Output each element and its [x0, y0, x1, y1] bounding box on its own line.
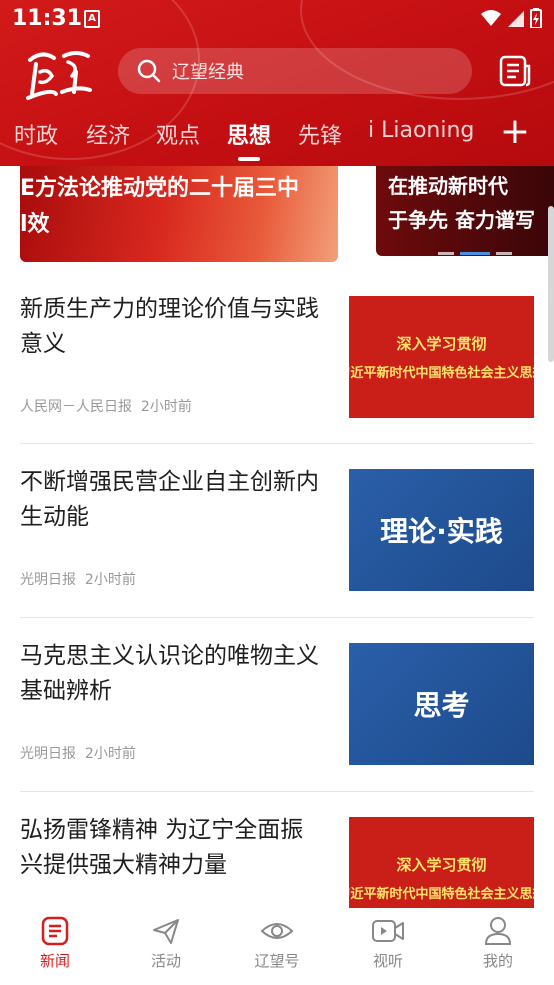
- news-item[interactable]: 不断增强民营企业自主创新内生动能 光明日报 2小时前 理论·实践: [20, 465, 534, 615]
- liaowang-logo[interactable]: [22, 42, 96, 102]
- news-time: 2小时前: [84, 572, 136, 588]
- news-title: 马克思主义认识论的唯物主义基础辨析: [20, 643, 319, 704]
- thumbnail-text: 思考: [413, 689, 470, 722]
- news-time: 2小时前: [140, 399, 192, 415]
- tab-sixiang[interactable]: 思想: [227, 118, 271, 150]
- search-bar[interactable]: 辽望经典: [118, 48, 472, 94]
- carousel-dot: [438, 252, 454, 255]
- status-time: 11:31: [12, 6, 83, 31]
- person-icon: [484, 917, 512, 945]
- nav-label: 视听: [372, 952, 403, 970]
- nav-mine[interactable]: 我的: [463, 916, 533, 971]
- thumbnail-text: 习近平新时代中国特色社会主义思想: [349, 366, 534, 381]
- paper-plane-icon: [153, 919, 179, 944]
- add-channel-button[interactable]: +: [500, 114, 530, 150]
- tab-guandian[interactable]: 观点: [156, 118, 200, 150]
- carousel-slide-title: E方法论推动党的二十届三中: [20, 176, 300, 201]
- carousel-slide-title: 在推动新时代: [388, 174, 508, 198]
- news-meta: 光明日报 2小时前: [20, 569, 136, 589]
- tab-iliaoning[interactable]: i Liaoning: [368, 118, 474, 143]
- status-bar: 11:31 A: [0, 0, 554, 38]
- carousel-slide[interactable]: 在推动新时代 于争先 奋力谱写: [376, 166, 554, 256]
- thumbnail-text: 习近平新时代中国特色社会主义思想: [349, 887, 534, 902]
- news-meta: 光明日报 2小时前: [20, 743, 136, 763]
- news-item[interactable]: 马克思主义认识论的唯物主义基础辨析 光明日报 2小时前 思考: [20, 639, 534, 789]
- eye-icon: [260, 923, 294, 939]
- thumbnail-text: 深入学习贯彻: [396, 856, 487, 874]
- news-thumbnail: 深入学习贯彻 习近平新时代中国特色社会主义思想: [349, 296, 534, 418]
- carousel-slide-title: 于争先 奋力谱写: [388, 208, 535, 232]
- signal-icon: [508, 11, 524, 27]
- nav-label: 我的: [482, 952, 513, 970]
- active-tab-indicator: [238, 157, 260, 161]
- news-title: 弘扬雷锋精神 为辽宁全面振兴提供强大精神力量: [20, 817, 304, 878]
- news-item[interactable]: 新质生产力的理论价值与实践意义 人民网－人民日报 2小时前 深入学习贯彻 习近平…: [20, 292, 534, 442]
- status-icons: [480, 8, 542, 28]
- news-meta: 人民网－人民日报 2小时前: [20, 396, 192, 416]
- carousel-dot-active: [460, 252, 490, 255]
- news-icon: [41, 916, 69, 946]
- search-placeholder: 辽望经典: [172, 62, 244, 83]
- carousel-slide-title: l效: [20, 212, 50, 237]
- nav-label: 活动: [150, 952, 181, 970]
- thumbnail-text: 深入学习贯彻: [396, 335, 487, 353]
- nav-audiovisual[interactable]: 视听: [353, 916, 423, 971]
- nav-label: 新闻: [39, 952, 70, 970]
- bottom-navigation: 新闻 活动 辽望号 视听 我的: [0, 908, 554, 985]
- nav-activities[interactable]: 活动: [131, 916, 201, 971]
- divider: [20, 617, 534, 618]
- app-header: 11:31 A 辽望经典 时政 经济 观点 思想 先锋 i Liaoning +: [0, 0, 554, 166]
- tab-xianfeng[interactable]: 先锋: [298, 118, 342, 150]
- video-icon: [372, 920, 404, 942]
- divider: [20, 791, 534, 792]
- nav-label: 辽望号: [254, 952, 300, 970]
- news-title: 新质生产力的理论价值与实践意义: [20, 296, 319, 357]
- news-item[interactable]: 弘扬雷锋精神 为辽宁全面振兴提供强大精神力量 深入学习贯彻 习近平新时代中国特色…: [20, 813, 534, 908]
- news-source: 人民网－人民日报: [20, 399, 132, 415]
- news-thumbnail: 深入学习贯彻 习近平新时代中国特色社会主义思想: [349, 817, 534, 908]
- thumbnail-text: 理论·实践: [380, 515, 503, 548]
- carousel-dot: [496, 252, 512, 255]
- channel-tabs: 时政 经济 观点 思想 先锋 i Liaoning +: [0, 112, 554, 161]
- carousel-slide[interactable]: E方法论推动党的二十届三中 l效: [20, 166, 338, 262]
- nav-liaowanghao[interactable]: 辽望号: [242, 916, 312, 971]
- divider: [20, 443, 534, 444]
- wifi-icon: [481, 10, 501, 26]
- notification-icon: A: [84, 10, 100, 28]
- search-icon: [137, 59, 161, 83]
- tab-jingji[interactable]: 经济: [86, 118, 130, 150]
- nav-news[interactable]: 新闻: [20, 916, 90, 971]
- tab-shizheng[interactable]: 时政: [14, 118, 58, 150]
- news-source: 光明日报: [20, 746, 76, 762]
- carousel-indicator: [438, 252, 512, 255]
- news-source: 光明日报: [20, 572, 76, 588]
- scrollbar[interactable]: [548, 206, 554, 362]
- battery-icon: [530, 8, 542, 28]
- newspaper-menu-icon[interactable]: [498, 54, 532, 88]
- news-time: 2小时前: [84, 746, 136, 762]
- news-title: 不断增强民营企业自主创新内生动能: [20, 469, 319, 530]
- news-thumbnail: 思考: [349, 643, 534, 765]
- news-thumbnail: 理论·实践: [349, 469, 534, 591]
